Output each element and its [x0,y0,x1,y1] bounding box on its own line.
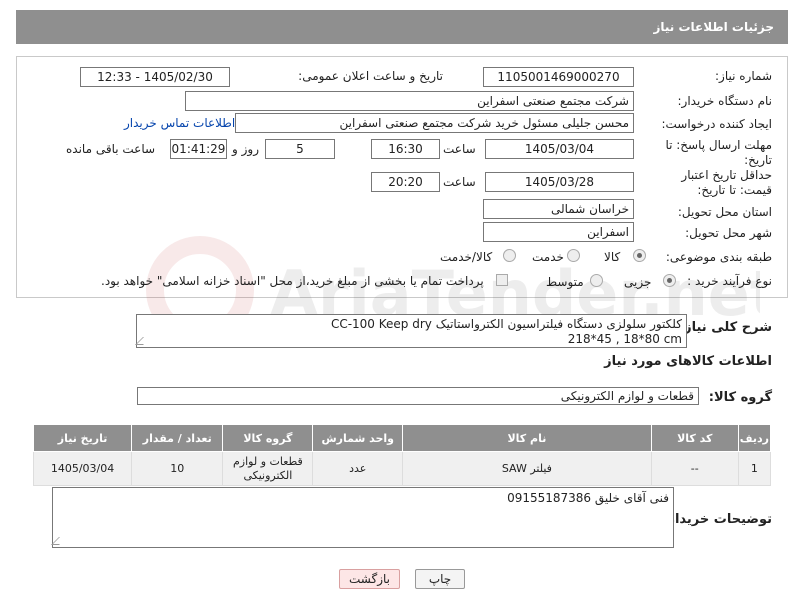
col-row-number: ردیف [737,424,772,452]
category-radio-goods[interactable] [633,249,646,262]
remaining-time-field: 01:41:29 [170,139,227,159]
goods-group-label: گروه کالا: [708,390,772,405]
category-radio-service[interactable] [567,249,580,262]
process-label: نوع فرآیند خرید : [687,274,772,288]
description-textarea[interactable]: کلکتور سلولزی دستگاه فیلتراسیون الکترواس… [135,314,687,348]
process-radio-minor[interactable] [663,274,676,287]
process-option-minor: جزیی [624,275,652,289]
city-field: اسفراین [483,222,634,242]
days-word: روز و [232,142,259,156]
remaining-word: ساعت باقی مانده [66,142,156,156]
cell-goods-group: قطعات و لوازم الکترونیکی [222,451,314,486]
need-number-field: 1105001469000270 [483,67,634,87]
buyer-notes-label: توضیحات خریدار: [662,512,772,527]
min-price-time-field: 20:20 [371,172,440,192]
min-price-label: حداقل تاریخ اعتبار قیمت: تا تاریخ: [681,168,772,197]
cell-quantity: 10 [131,451,224,486]
deadline-label: مهلت ارسال پاسخ: تا تاریخ: [665,138,772,167]
table-row: 1 -- فیلتر SAW عدد قطعات و لوازم الکترون… [32,451,772,486]
deadline-time-field: 16:30 [371,139,440,159]
description-line-1: کلکتور سلولزی دستگاه فیلتراسیون الکترواس… [330,317,682,331]
process-radio-medium[interactable] [590,274,603,287]
category-option-goods: کالا [604,250,621,264]
payment-note: پرداخت تمام یا بخشی از مبلغ خرید،از محل … [101,274,484,288]
table-header-row: ردیف کد کالا نام کالا واحد شمارش گروه کا… [32,424,772,452]
buyer-org-label: نام دستگاه خریدار: [677,94,773,108]
announce-field: 1405/02/30 - 12:33 [80,67,230,87]
page-header: جزئیات اطلاعات نیاز [16,10,788,44]
goods-info-title: اطلاعات کالاهای مورد نیاز [604,354,772,369]
category-option-service: خدمت [532,250,564,264]
col-goods-group: گروه کالا [222,424,314,452]
resize-grip-icon[interactable] [51,537,67,545]
col-need-date: تاریخ نیاز [32,424,133,452]
col-item-code: کد کالا [650,424,739,452]
days-field: 5 [265,139,335,159]
city-label: شهر محل تحویل: [685,226,772,240]
col-item-name: نام کالا [402,424,652,452]
announce-label: تاریخ و ساعت اعلان عمومی: [298,69,443,83]
description-line-2: 218*45 , 18*80 cm [567,332,682,346]
creator-field: محسن جلیلی مسئول خرید شرکت مجتمع صنعتی ا… [235,113,634,133]
col-quantity: تعداد / مقدار [131,424,224,452]
cell-unit: عدد [312,451,404,486]
resize-grip-icon[interactable] [135,337,151,345]
cell-need-date: 1405/03/04 [32,451,133,486]
category-option-both: کالا/خدمت [440,250,493,264]
category-label: طبقه بندی موضوعی: [665,250,772,264]
process-option-medium: متوسط [546,275,584,289]
buyer-notes-textarea[interactable]: فنی آقای خلیق 09155187386 [51,487,674,548]
province-label: استان محل تحویل: [677,205,772,219]
min-price-time-word: ساعت [443,175,476,189]
creator-label: ایجاد کننده درخواست: [661,117,772,131]
deadline-date-field: 1405/03/04 [485,139,634,159]
need-number-label: شماره نیاز: [715,69,772,83]
province-field: خراسان شمالی [483,199,634,219]
items-table: ردیف کد کالا نام کالا واحد شمارش گروه کا… [32,424,772,486]
cell-item-code: -- [650,451,739,486]
cell-item-name: فیلتر SAW [402,451,652,486]
cell-row-number: 1 [737,451,772,486]
col-unit: واحد شمارش [312,424,404,452]
buyer-org-field: شرکت مجتمع صنعتی اسفراین [185,91,634,111]
contact-info-link[interactable]: اطلاعات تماس خریدار [124,116,235,130]
back-button[interactable]: بازگشت [339,569,400,589]
treasury-checkbox[interactable] [496,274,508,286]
goods-group-field: قطعات و لوازم الکترونیکی [137,387,699,405]
print-button[interactable]: چاپ [415,569,465,589]
buyer-notes-text: فنی آقای خلیق 09155187386 [507,491,669,505]
min-price-date-field: 1405/03/28 [485,172,634,192]
category-radio-both[interactable] [503,249,516,262]
deadline-time-word: ساعت [443,142,476,156]
description-label: شرح کلی نیاز: [678,320,772,335]
